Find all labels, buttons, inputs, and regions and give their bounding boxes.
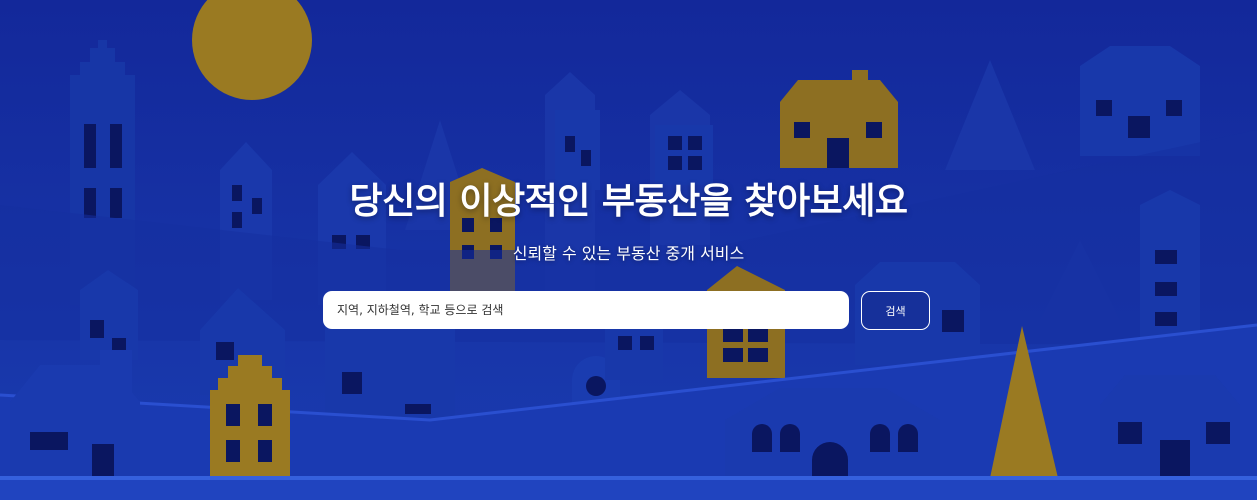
hero-banner: 당신의 이상적인 부동산을 찾아보세요 신뢰할 수 있는 부동산 중개 서비스 …: [0, 0, 1257, 500]
hero-subtitle: 신뢰할 수 있는 부동산 중개 서비스: [512, 244, 745, 263]
search-button[interactable]: 검색: [861, 291, 930, 330]
hero-overlay: 당신의 이상적인 부동산을 찾아보세요 신뢰할 수 있는 부동산 중개 서비스 …: [0, 0, 1257, 500]
search-input[interactable]: [323, 291, 849, 329]
hero-title: 당신의 이상적인 부동산을 찾아보세요: [349, 181, 908, 222]
